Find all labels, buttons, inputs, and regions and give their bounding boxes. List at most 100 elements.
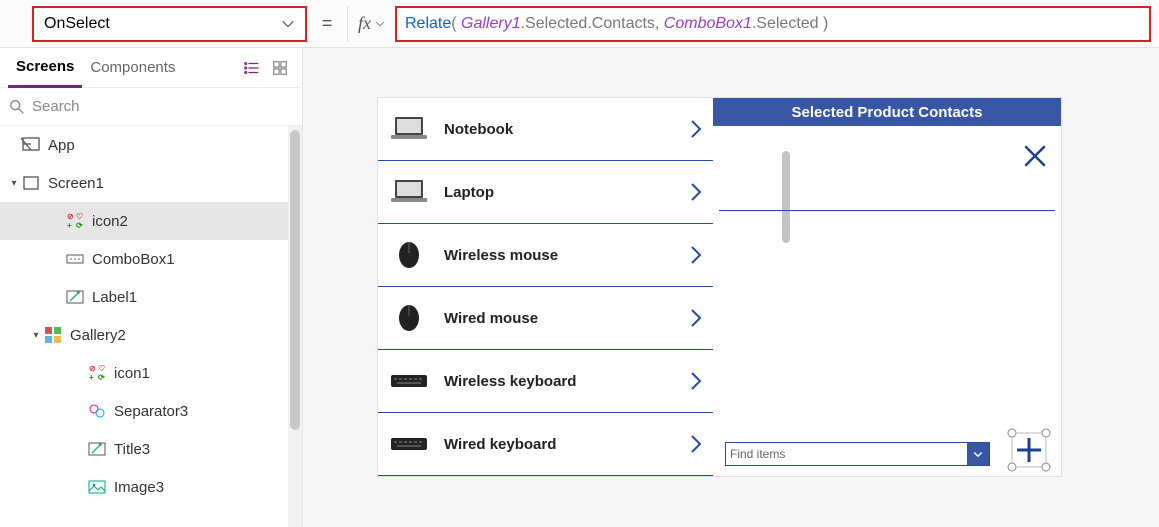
separator-line <box>719 210 1055 211</box>
product-image <box>386 300 432 336</box>
gallery-item[interactable]: Notebook <box>378 98 713 161</box>
property-dropdown-value: OnSelect <box>44 15 110 33</box>
product-image <box>386 174 432 210</box>
gallery-icon <box>42 324 64 346</box>
separator-icon <box>86 400 108 422</box>
formula-input[interactable]: Relate( Gallery1.Selected.Contacts, Comb… <box>395 6 1151 42</box>
tree-grid-view-icon[interactable] <box>266 54 294 82</box>
product-title: Wireless mouse <box>444 247 689 264</box>
canvas-pane: Notebook Laptop Wireless mouse Wired mouse W… <box>303 48 1159 527</box>
tab-screens[interactable]: Screens <box>8 48 82 88</box>
gallery-item[interactable]: Laptop <box>378 161 713 224</box>
tree-tabs: Screens Components <box>0 48 302 88</box>
close-icon[interactable] <box>1021 142 1049 170</box>
caret-icon: ▾ <box>30 330 42 341</box>
svg-text:⊘: ⊘ <box>89 364 96 373</box>
tree-item-image3[interactable]: Image3 <box>0 468 302 506</box>
tab-components[interactable]: Components <box>82 48 183 88</box>
chevron-down-icon <box>375 19 385 29</box>
formula-token: Gallery1 <box>461 15 521 33</box>
label-icon <box>64 286 86 308</box>
chevron-down-icon <box>281 17 295 31</box>
tab-label: Components <box>90 59 175 76</box>
tree-item-sep3[interactable]: Separator3 <box>0 392 302 430</box>
chevron-right-icon[interactable] <box>689 244 703 266</box>
tab-label: Screens <box>16 58 74 75</box>
combo-icon <box>64 248 86 270</box>
formula-bar: OnSelect = fx Relate( Gallery1.Selected.… <box>0 0 1159 48</box>
svg-text:♡: ♡ <box>76 212 83 221</box>
tree-item-label: App <box>48 137 75 154</box>
product-gallery[interactable]: Notebook Laptop Wireless mouse Wired mouse W… <box>378 98 713 476</box>
tree-item-label: ComboBox1 <box>92 251 175 268</box>
tree-item-label: Title3 <box>114 441 150 458</box>
tree-item-title3[interactable]: Title3 <box>0 430 302 468</box>
image-icon <box>86 476 108 498</box>
formula-token: .Selected ) <box>752 15 828 33</box>
fx-button[interactable]: fx <box>347 6 395 42</box>
tree-item-label: Label1 <box>92 289 137 306</box>
product-title: Wired mouse <box>444 310 689 327</box>
tree-item-label: icon2 <box>92 213 128 230</box>
add-icon-selected[interactable] <box>1007 428 1051 472</box>
panel-title: Selected Product Contacts <box>792 104 983 121</box>
scrollbar-thumb[interactable] <box>290 130 300 430</box>
property-dropdown[interactable]: OnSelect <box>32 6 307 42</box>
svg-text:⊘: ⊘ <box>67 212 74 221</box>
svg-text:+: + <box>89 373 94 382</box>
product-image <box>386 237 432 273</box>
screen-icon <box>20 172 42 194</box>
gallery-item[interactable]: Wireless keyboard <box>378 350 713 413</box>
chevron-down-icon[interactable] <box>967 443 989 465</box>
label-icon <box>86 438 108 460</box>
app-canvas: Notebook Laptop Wireless mouse Wired mouse W… <box>377 97 1062 477</box>
product-title: Laptop <box>444 184 689 201</box>
tree-item-label: icon1 <box>114 365 150 382</box>
tree-item-label: Image3 <box>114 479 164 496</box>
chevron-right-icon[interactable] <box>689 307 703 329</box>
search-icon <box>8 98 26 116</box>
tree-item-label: Screen1 <box>48 175 104 192</box>
chevron-right-icon[interactable] <box>689 370 703 392</box>
svg-text:♡: ♡ <box>98 364 105 373</box>
combobox-placeholder: Find items <box>726 443 967 465</box>
fx-icon: fx <box>358 13 371 34</box>
app-icon <box>20 134 42 156</box>
scrollbar[interactable] <box>288 126 302 527</box>
tree-item-label: Separator3 <box>114 403 188 420</box>
addicon-icon: ⊘♡+⟳ <box>64 210 86 232</box>
gallery-item[interactable]: Wired keyboard <box>378 413 713 476</box>
caret-icon: ▾ <box>8 178 20 189</box>
product-title: Notebook <box>444 121 689 138</box>
chevron-right-icon[interactable] <box>689 181 703 203</box>
tree-search[interactable] <box>0 88 302 126</box>
product-title: Wired keyboard <box>444 436 689 453</box>
tree-item-icon1[interactable]: ⊘♡+⟳icon1 <box>0 354 302 392</box>
tree-item-gallery2[interactable]: ▾ Gallery2 <box>0 316 302 354</box>
gallery-item[interactable]: Wireless mouse <box>378 224 713 287</box>
tree-item-label: Gallery2 <box>70 327 126 344</box>
tree-item-combo1[interactable]: ComboBox1 <box>0 240 302 278</box>
product-image <box>386 111 432 147</box>
tree-item-label1[interactable]: Label1 <box>0 278 302 316</box>
gallery-item[interactable]: Wired mouse <box>378 287 713 350</box>
chevron-right-icon[interactable] <box>689 118 703 140</box>
formula-token: .Selected.Contacts, <box>521 15 664 33</box>
tree-search-input[interactable] <box>32 98 294 115</box>
formula-token: ComboBox1 <box>664 15 752 33</box>
tree-body: App ▾ Screen1 ⊘♡+⟳ icon2 ComboBox1 Label1 ▾ Gall… <box>0 126 302 527</box>
tree-item-app[interactable]: App <box>0 126 302 164</box>
tree-item-icon2[interactable]: ⊘♡+⟳ icon2 <box>0 202 302 240</box>
product-title: Wireless keyboard <box>444 373 689 390</box>
product-image <box>386 363 432 399</box>
chevron-right-icon[interactable] <box>689 433 703 455</box>
equals-sign: = <box>307 13 347 34</box>
tree-item-screen1[interactable]: ▾ Screen1 <box>0 164 302 202</box>
tree-pane: Screens Components App ▾ Screen1 ⊘♡+⟳ icon2 C… <box>0 48 303 527</box>
formula-token: ( <box>451 15 461 33</box>
panel-body: Find items <box>713 126 1061 476</box>
combobox[interactable]: Find items <box>725 442 990 466</box>
addicon-icon: ⊘♡+⟳ <box>86 362 108 384</box>
panel-header: Selected Product Contacts <box>713 98 1061 126</box>
tree-list-view-icon[interactable] <box>238 54 266 82</box>
